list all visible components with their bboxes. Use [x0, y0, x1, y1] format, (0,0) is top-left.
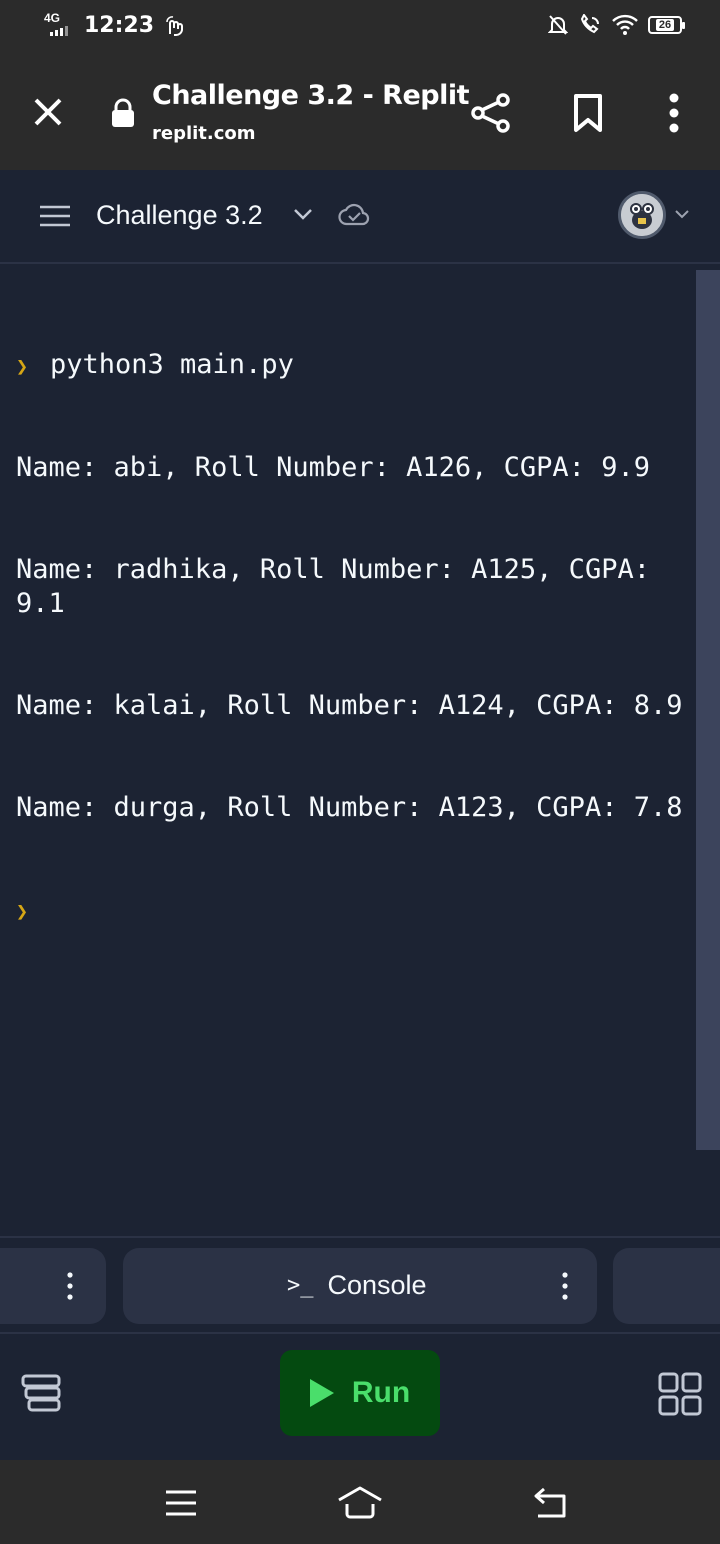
console-line: Name: durga, Roll Number: A123, CGPA: 7.… [16, 792, 683, 823]
browser-toolbar: Challenge 3.2 - Replit replit.com [0, 56, 720, 170]
console-line: Name: abi, Roll Number: A126, CGPA: 9.9 [16, 452, 650, 483]
chevron-down-icon[interactable] [292, 206, 314, 222]
more-vertical-icon[interactable] [559, 1270, 571, 1302]
wifi-calling-icon [580, 14, 599, 34]
system-navigation-bar [0, 1460, 720, 1544]
mute-bell-icon [548, 15, 568, 35]
pane-tab-next[interactable] [613, 1248, 720, 1324]
console-scrollbar[interactable] [696, 270, 720, 1150]
wifi-icon [612, 14, 638, 35]
touch-gesture-icon [166, 16, 184, 36]
cellular-signal-icon: 4G [44, 12, 74, 38]
run-button-label: Run [351, 1376, 411, 1409]
grid-icon[interactable] [658, 1372, 702, 1416]
hamburger-icon[interactable] [38, 202, 72, 230]
prompt-chevron-icon: ❯ [16, 899, 29, 923]
console-line: Name: radhika, Roll Number: A125, CGPA: … [16, 554, 667, 619]
close-icon[interactable] [28, 92, 68, 132]
cloud-check-icon[interactable] [338, 202, 370, 228]
console-text: ❯ python3 main.py Name: abi, Roll Number:… [16, 280, 696, 996]
pane-tab-label: Console [327, 1270, 427, 1300]
prompt-chevron-icon: ❯ [16, 354, 29, 378]
files-icon[interactable] [20, 1372, 62, 1414]
nav-menu-icon[interactable] [164, 1488, 198, 1518]
more-vertical-icon[interactable] [656, 92, 692, 134]
chevron-down-icon[interactable] [674, 208, 690, 220]
console-output[interactable]: ❯ python3 main.py Name: abi, Roll Number:… [0, 264, 720, 1236]
console-prompt[interactable]: ❯ [16, 893, 696, 928]
play-icon [309, 1379, 334, 1407]
console-line: Name: kalai, Roll Number: A124, CGPA: 8.… [16, 690, 683, 721]
clock: 12:23 [84, 12, 155, 38]
pane-switcher: >_ Console [0, 1236, 720, 1334]
pane-tab-console[interactable]: >_ Console [123, 1248, 597, 1324]
avatar[interactable] [618, 191, 666, 239]
share-icon[interactable] [470, 92, 512, 134]
nav-back-icon[interactable] [530, 1486, 570, 1520]
run-button[interactable]: Run [280, 1350, 440, 1436]
repl-name[interactable]: Challenge 3.2 [96, 200, 263, 231]
console-command-line: ❯ python3 main.py [16, 348, 696, 383]
terminal-icon: >_ [287, 1273, 314, 1298]
battery-icon: 26 [648, 16, 685, 34]
more-vertical-icon[interactable] [64, 1270, 76, 1302]
action-bar: Run [0, 1334, 720, 1452]
console-command: python3 main.py [50, 349, 294, 380]
lock-icon [112, 98, 134, 127]
network-type: 4G [44, 11, 61, 25]
page-title: Challenge 3.2 - Replit [152, 80, 470, 111]
page-url[interactable]: replit.com [152, 123, 256, 144]
status-bar: 4G 12:23 26 [0, 0, 720, 56]
repl-header: Challenge 3.2 [0, 170, 720, 264]
divider [0, 1452, 720, 1460]
battery-level: 26 [655, 19, 675, 31]
bookmark-icon[interactable] [570, 92, 606, 134]
nav-home-icon[interactable] [336, 1484, 384, 1520]
pane-tab-previous[interactable] [0, 1248, 106, 1324]
